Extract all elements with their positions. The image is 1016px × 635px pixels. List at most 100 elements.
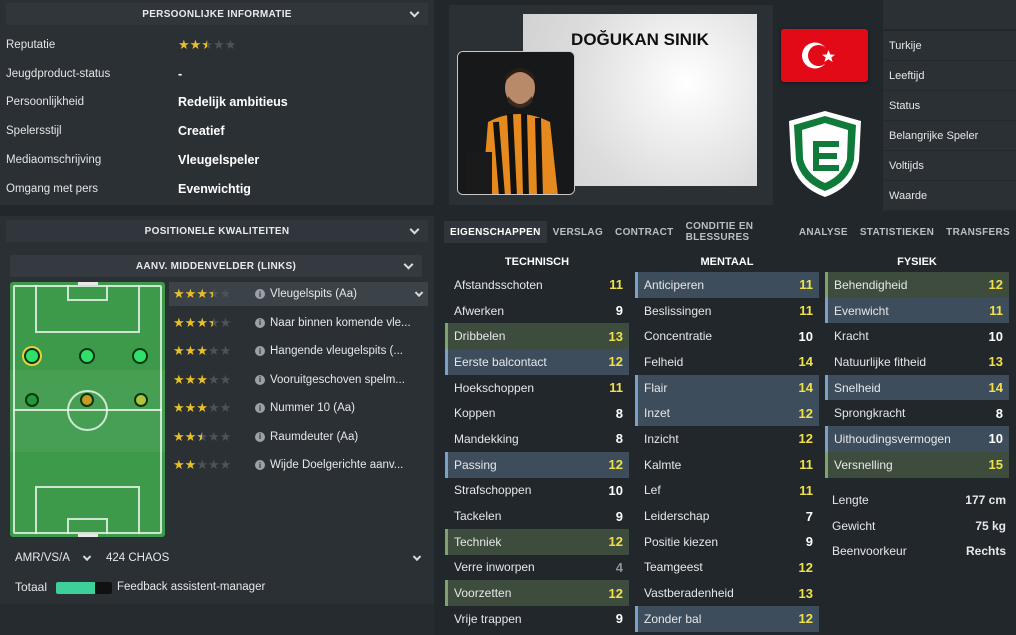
attribute-row[interactable]: Techniek 12 xyxy=(445,528,629,555)
role-stars: ★ ★ ★ ★ ★ xyxy=(169,457,255,473)
position-dot-aml[interactable] xyxy=(24,348,40,364)
attribute-row[interactable]: Beslissingen 11 xyxy=(635,298,819,324)
attribute-name: Kalmte xyxy=(644,457,682,472)
mental-header: MENTAAL xyxy=(700,256,754,268)
position-dot-mr[interactable] xyxy=(134,393,148,407)
star-full-icon: ★ xyxy=(196,400,208,415)
tab-contract[interactable]: CONTRACT xyxy=(609,221,680,243)
tab-statistieken[interactable]: STATISTIEKEN xyxy=(854,221,940,243)
attribute-row[interactable]: Strafschoppen 10 xyxy=(445,478,629,504)
attribute-value: 11 xyxy=(799,303,813,319)
info-row: Status xyxy=(883,91,1016,121)
info-icon[interactable]: i xyxy=(255,460,265,470)
tab-transfers[interactable]: TRANSFERS xyxy=(940,221,1016,243)
feedback-link[interactable]: Feedback assistent-manager xyxy=(117,581,265,593)
attribute-row[interactable]: Vrije trappen 9 xyxy=(445,606,629,632)
info-icon[interactable]: i xyxy=(255,374,265,385)
info-icon[interactable]: i xyxy=(255,403,265,413)
role-row[interactable]: ★ ★ ★ ★ ★ i Nummer 10 (Aa) xyxy=(169,396,428,420)
attribute-name: Positie kiezen xyxy=(644,534,719,549)
attribute-row[interactable]: Koppen 8 xyxy=(445,400,629,426)
attribute-name: Uithoudingsvermogen xyxy=(834,431,951,446)
attribute-row[interactable]: Kracht 10 xyxy=(825,323,1009,349)
role-row[interactable]: ★★★★★iNaar binnen komende vle... xyxy=(169,311,428,335)
position-select[interactable]: AMR/VS/A xyxy=(12,547,96,569)
turkey-crescent-icon xyxy=(802,42,835,69)
attribute-value: 12 xyxy=(988,277,1003,293)
attribute-row[interactable]: Snelheid 14 xyxy=(825,374,1009,401)
info-icon[interactable]: i xyxy=(255,346,265,356)
attribute-row[interactable]: Afwerken 9 xyxy=(445,298,629,324)
info-icon[interactable]: i xyxy=(255,317,265,328)
personal-info-header[interactable]: PERSOONLIJKE INFORMATIE xyxy=(6,3,428,25)
position-dot-amc[interactable] xyxy=(79,348,95,364)
attribute-name: Behendigheid xyxy=(834,277,908,292)
physical-detail-row: Lengte 177 cm xyxy=(826,487,1012,513)
position-subheader[interactable]: AANV. MIDDENVELDER (LINKS) xyxy=(10,255,422,277)
attribute-name: Verre inworpen xyxy=(454,560,535,575)
attribute-row[interactable]: Anticiperen 11 xyxy=(635,272,819,298)
attribute-value: 12 xyxy=(608,354,623,370)
attribute-row[interactable]: Tackelen 9 xyxy=(445,503,629,529)
role-row[interactable]: ★ ★ ★ ★ ★ i Wijde Doelgerichte aanv... xyxy=(169,453,428,477)
attribute-row[interactable]: Vastberadenheid 13 xyxy=(635,580,819,606)
position-dot-amr[interactable] xyxy=(132,348,148,364)
attribute-row[interactable]: Hoekschoppen 11 xyxy=(445,375,629,401)
attribute-row[interactable]: Afstandsschoten 11 xyxy=(445,272,629,298)
physical-detail-row: Gewicht 75 kg xyxy=(826,513,1012,539)
attribute-row[interactable]: Uithoudingsvermogen 10 xyxy=(825,426,1009,452)
star-half-icon: ★ xyxy=(208,315,220,331)
attribute-value: 12 xyxy=(608,534,623,550)
role-row[interactable]: ★ ★ ★ ★ ★ i Hangende vleugelspits (... xyxy=(169,339,428,363)
positional-title: POSITIONELE KWALITEITEN xyxy=(144,225,290,237)
star-full-icon: ★ xyxy=(173,314,185,330)
attribute-row[interactable]: Behendigheid 12 xyxy=(825,272,1009,298)
attribute-row[interactable]: Sprongkracht 8 xyxy=(825,400,1009,426)
star-rating: ★ ★ ★ ★ ★ xyxy=(173,314,231,331)
attribute-row[interactable]: Flair 14 xyxy=(635,374,819,401)
attribute-value: 14 xyxy=(798,354,813,370)
info-icon[interactable]: i xyxy=(255,431,265,442)
attribute-row[interactable]: Evenwicht 11 xyxy=(825,297,1009,324)
attribute-row[interactable]: Eerste balcontact 12 xyxy=(445,349,629,375)
attribute-row[interactable]: Passing 12 xyxy=(445,451,629,478)
star-rating: ★ ★ ★ ★ ★ xyxy=(173,428,232,445)
attribute-row[interactable]: Lef 11 xyxy=(635,478,819,504)
star-full-icon: ★ xyxy=(184,428,197,444)
attribute-row[interactable]: Teamgeest 12 xyxy=(635,555,819,581)
physical-detail-label: Lengte xyxy=(832,493,869,507)
attribute-row[interactable]: Felheid 14 xyxy=(635,349,819,375)
role-row[interactable]: ★★★★★iRaumdeuter (Aa) xyxy=(169,425,428,449)
attribute-value: 8 xyxy=(615,405,623,421)
attribute-row[interactable]: Leiderschap 7 xyxy=(635,503,819,529)
star-full-icon: ★ xyxy=(196,286,208,301)
positional-header[interactable]: POSITIONELE KWALITEITEN xyxy=(6,220,428,242)
position-dot-mc[interactable] xyxy=(80,393,94,407)
attribute-value: 14 xyxy=(798,380,813,396)
attribute-row[interactable]: Versnelling 15 xyxy=(825,451,1009,478)
tab-conditie-en-blessures[interactable]: CONDITIE EN BLESSURES xyxy=(680,221,793,243)
attribute-row[interactable]: Mandekking 8 xyxy=(445,426,629,452)
tab-eigenschappen[interactable]: EIGENSCHAPPEN xyxy=(444,221,547,243)
tab-analyse[interactable]: ANALYSE xyxy=(793,221,854,243)
tab-verslag[interactable]: VERSLAG xyxy=(547,221,609,243)
attribute-row[interactable]: Dribbelen 13 xyxy=(445,323,629,350)
attribute-row[interactable]: Natuurlijke fitheid 13 xyxy=(825,349,1009,375)
attribute-row[interactable]: Inzet 12 xyxy=(635,400,819,427)
attribute-row[interactable]: Voorzetten 12 xyxy=(445,580,629,606)
attribute-name: Kracht xyxy=(834,329,869,344)
role-row[interactable]: ★ ★ ★ ★ ★ i Vooruitgeschoven spelm... xyxy=(169,368,428,392)
tactic-select[interactable]: 424 CHAOS xyxy=(100,547,428,569)
attribute-row[interactable]: Inzicht 12 xyxy=(635,426,819,452)
attribute-row[interactable]: Kalmte 11 xyxy=(635,452,819,478)
position-dot-ml[interactable] xyxy=(25,393,39,407)
star-full-icon: ★ xyxy=(196,371,208,387)
attribute-row[interactable]: Zonder bal 12 xyxy=(635,605,819,632)
attribute-row[interactable]: Positie kiezen 9 xyxy=(635,529,819,555)
star-empty-icon: ★ xyxy=(219,428,232,444)
info-icon[interactable]: i xyxy=(255,289,265,299)
attribute-row[interactable]: Concentratie 10 xyxy=(635,323,819,349)
attribute-value: 9 xyxy=(615,508,623,524)
attribute-row[interactable]: Verre inworpen 4 xyxy=(445,555,629,581)
role-row[interactable]: ★★★★★iVleugelspits (Aa) xyxy=(169,282,428,306)
